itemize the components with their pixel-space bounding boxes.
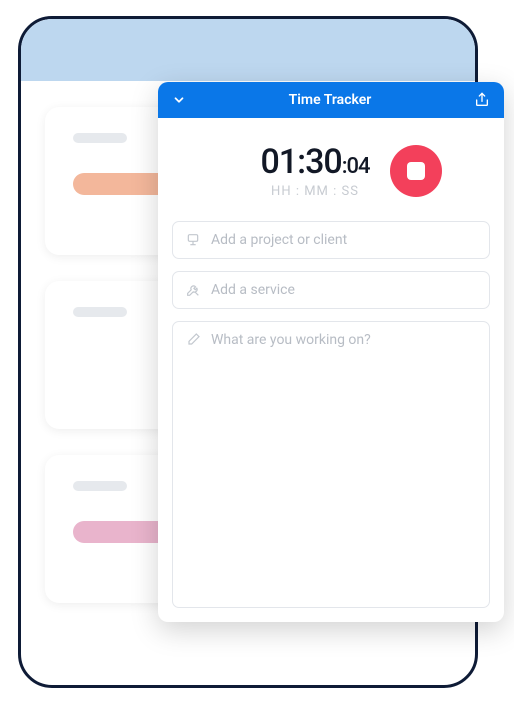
- service-input[interactable]: [211, 282, 477, 298]
- note-input[interactable]: [211, 332, 477, 364]
- placeholder-line: [73, 133, 127, 143]
- timer-value: 01:30:04: [260, 142, 369, 182]
- tracker-title: Time Tracker: [186, 92, 474, 108]
- stop-icon: [407, 162, 425, 180]
- timer-ss: :04: [342, 154, 370, 179]
- tracker-header: Time Tracker: [158, 82, 504, 118]
- project-field[interactable]: [172, 221, 490, 259]
- service-field[interactable]: [172, 271, 490, 309]
- background-header: [21, 19, 475, 81]
- tracker-body: [158, 205, 504, 622]
- note-field[interactable]: [172, 321, 490, 608]
- project-input[interactable]: [211, 232, 477, 248]
- timer-row: 01:30:04 HH : MM : SS: [158, 118, 504, 205]
- timer-hhmm: 01:30: [260, 142, 341, 182]
- placeholder-line: [73, 481, 127, 491]
- stop-button[interactable]: [390, 145, 442, 197]
- pencil-icon: [185, 332, 201, 348]
- time-tracker-panel: Time Tracker 01:30:04 HH : MM : SS: [158, 82, 504, 622]
- project-icon: [185, 232, 201, 248]
- service-icon: [185, 282, 201, 298]
- timer-hint: HH : MM : SS: [260, 184, 369, 199]
- share-icon[interactable]: [474, 92, 490, 108]
- chevron-down-icon[interactable]: [172, 93, 186, 107]
- timer-display: 01:30:04 HH : MM : SS: [260, 142, 369, 199]
- placeholder-line: [73, 307, 127, 317]
